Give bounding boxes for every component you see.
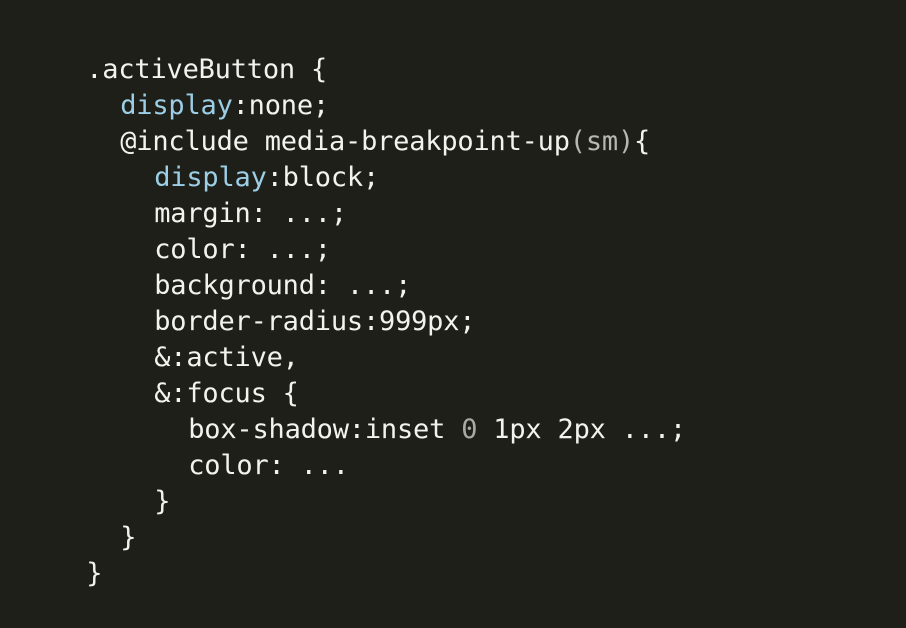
value-token: :block; [266,162,380,193]
code-line: .activeButton { [22,16,906,85]
selector-token: .activeButton { [86,54,328,85]
declaration-token: border-radius:999px; [154,306,476,337]
declaration-token: background: ...; [154,270,412,301]
declaration-token: margin: ...; [154,198,347,229]
code-editor[interactable]: .activeButton { display:none; @include m… [0,0,906,589]
number-token: 0 [461,414,478,445]
include-token: @include media-breakpoint-up [120,126,570,157]
code-line: } [22,520,906,589]
declaration-token: 1px 2px ...; [477,414,686,445]
closing-brace-token: } [120,522,137,553]
declaration-token: color: ...; [154,234,331,265]
pseudo-selector-token: &:focus { [154,378,299,409]
property-token: display [120,90,233,121]
declaration-token: color: ... [188,450,349,481]
property-token: display [154,162,267,193]
declaration-token: box-shadow:inset [188,414,462,445]
value-token: :none; [232,90,330,121]
argument-token: (sm) [569,126,635,157]
brace-token: { [634,126,651,157]
closing-brace-token: } [154,486,171,517]
pseudo-selector-token: &:active, [154,342,299,373]
closing-brace-token: } [86,558,103,589]
